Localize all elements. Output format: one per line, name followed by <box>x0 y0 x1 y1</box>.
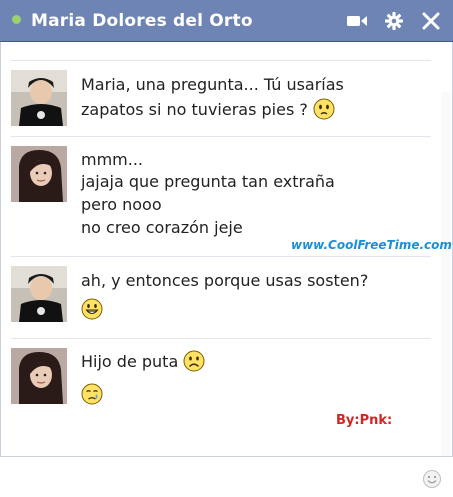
emoticon-picker-icon[interactable] <box>422 469 442 489</box>
message-divider <box>11 256 431 257</box>
message-line: Hijo de puta <box>81 352 179 371</box>
chat-title[interactable]: Maria Dolores del Orto <box>31 11 253 31</box>
grin-smiley-icon <box>81 298 103 320</box>
message-emoticons <box>81 383 103 405</box>
frown-smiley-icon <box>183 350 205 372</box>
message-text: zapatos si no tuvieras pies ? <box>81 98 335 121</box>
close-icon[interactable] <box>420 11 442 31</box>
watermark-text: www.CoolFreeTime.com <box>291 238 452 252</box>
message-line: Maria, una pregunta... Tú usarías <box>81 75 344 94</box>
crying-smiley-icon <box>81 383 103 405</box>
avatar-dark-shirt[interactable] <box>11 266 67 322</box>
message-composer <box>0 456 453 497</box>
message-line: mmm... <box>81 150 144 169</box>
message-line: ah, y entonces porque usas sosten? <box>81 271 369 290</box>
online-status-dot <box>12 15 21 24</box>
signature-text: By:Pnk: <box>336 413 393 428</box>
settings-gear-icon[interactable] <box>383 11 405 31</box>
message-line: jajaja que pregunta tan extraña <box>81 172 335 191</box>
message-input[interactable] <box>8 463 412 493</box>
chat-titlebar[interactable]: Maria Dolores del Orto <box>0 0 453 42</box>
message-line: no creo corazón jeje <box>81 218 243 237</box>
message-divider <box>11 60 431 61</box>
avatar-dark-shirt[interactable] <box>11 70 67 126</box>
scrollbar-track[interactable] <box>441 92 451 482</box>
message-text: Maria, una pregunta... Tú usarías <box>81 74 344 96</box>
avatar-long-hair[interactable] <box>11 348 67 404</box>
video-call-icon[interactable] <box>346 11 368 31</box>
message-line: zapatos si no tuvieras pies ? <box>81 100 308 119</box>
message-emoticons <box>81 298 103 320</box>
message-divider <box>11 338 431 339</box>
message-line: pero nooo <box>81 195 162 214</box>
confused-smiley-icon <box>313 98 335 120</box>
message-text: Hijo de puta <box>81 350 205 373</box>
message-divider <box>11 136 431 137</box>
avatar-long-hair[interactable] <box>11 146 67 202</box>
